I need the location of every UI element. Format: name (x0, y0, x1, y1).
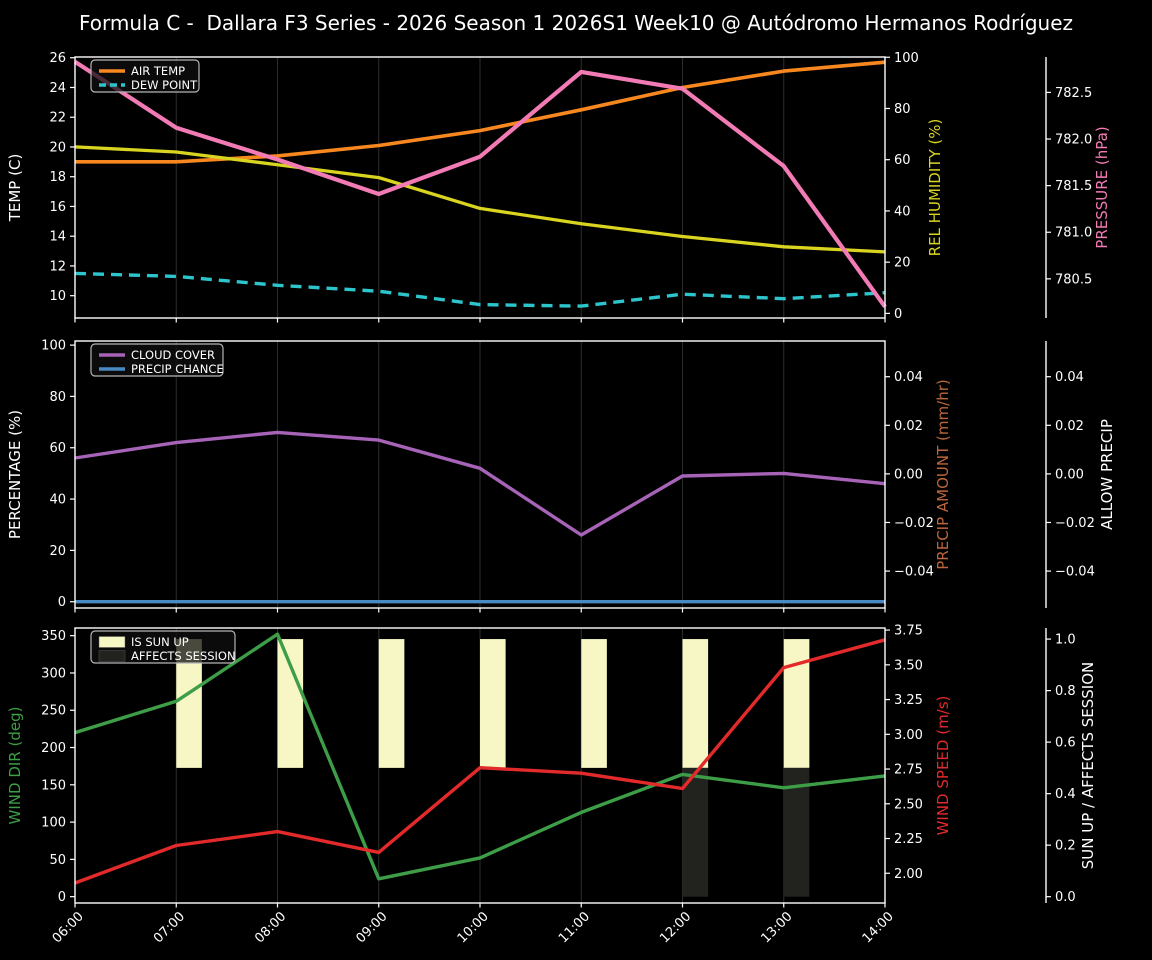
tick-label: 12 (49, 259, 66, 274)
tick-label: 40 (894, 204, 911, 219)
tick-label: 782.5 (1055, 86, 1092, 101)
temp-c-axis-label: TEMP (C) (6, 154, 24, 223)
tick-label: 2.00 (894, 867, 923, 882)
is-sun-up-bar (783, 639, 810, 768)
weather-forecast-figure: Formula C - Dallara F3 Series - 2026 Sea… (0, 0, 1152, 960)
tick-label: 10 (49, 289, 66, 304)
tick-label: 22 (49, 111, 66, 126)
tick-label: 780.5 (1055, 272, 1092, 287)
tick-label: 0.00 (894, 467, 923, 482)
tick-label: 16 (49, 200, 66, 215)
affects-session-legend-swatch (98, 650, 126, 662)
tick-label: 350 (41, 629, 66, 644)
tick-label: 0 (58, 595, 66, 610)
tick-label: 24 (49, 81, 66, 96)
tick-label: 100 (41, 816, 66, 831)
x-tick-label: 06:00 (50, 909, 87, 946)
tick-label: 0.04 (1055, 370, 1084, 385)
tick-label: 1.0 (1055, 633, 1076, 648)
tick-label: 100 (894, 51, 919, 66)
tick-label: 150 (41, 778, 66, 793)
tick-label: 2.25 (894, 832, 923, 847)
tick-label: 3.25 (894, 693, 923, 708)
air-temp-legend-label: AIR TEMP (131, 64, 185, 78)
is-sun-up-bar (480, 639, 506, 768)
tick-label: 20 (49, 140, 66, 155)
tick-label: 2.75 (894, 763, 923, 778)
tick-label: 0.00 (1055, 467, 1084, 482)
tick-label: 200 (41, 741, 66, 756)
tick-label: 60 (894, 153, 911, 168)
tick-label: 300 (41, 666, 66, 681)
tick-label: 0.8 (1055, 684, 1076, 699)
tick-label: 0.6 (1055, 736, 1076, 751)
tick-label: 20 (894, 256, 911, 271)
sun-up-affects-session-axis-label: SUN UP / AFFECTS SESSION (1079, 662, 1097, 870)
tick-label: 26 (49, 51, 66, 66)
allow-precip-axis-label: ALLOW PRECIP (1098, 419, 1116, 530)
precip-amount-mm-hr-axis-label: PRECIP AMOUNT (mm/hr) (934, 379, 952, 569)
tick-label: 0.2 (1055, 839, 1076, 854)
is-sun-up-legend-swatch (98, 636, 126, 648)
is-sun-up-bar (682, 639, 709, 768)
tick-label: −0.02 (894, 516, 934, 531)
tick-label: 0.02 (1055, 419, 1084, 434)
tick-label: −0.04 (1055, 565, 1095, 580)
wind-dir-deg-axis-label: WIND DIR (deg) (6, 707, 24, 825)
tick-label: 3.50 (894, 658, 923, 673)
affects-session-bar (682, 767, 709, 897)
x-tick-label: 13:00 (758, 909, 795, 946)
affects-session-legend-label: AFFECTS SESSION (131, 649, 236, 663)
tick-label: 2.50 (894, 797, 923, 812)
tick-label: 0.0 (1055, 890, 1076, 905)
tick-label: 100 (41, 339, 66, 354)
tick-label: 781.5 (1055, 179, 1092, 194)
tick-label: 782.0 (1055, 133, 1092, 148)
percentage-axis-label: PERCENTAGE (%) (6, 410, 24, 539)
tick-label: 80 (894, 102, 911, 117)
tick-label: 40 (49, 493, 66, 508)
wind-speed-m-s-axis-label: WIND SPEED (m/s) (934, 696, 952, 836)
precip-chance-legend-label: PRECIP CHANCE (131, 362, 224, 376)
tick-label: 781.0 (1055, 226, 1092, 241)
x-tick-label: 14:00 (860, 909, 897, 946)
tick-label: 0.4 (1055, 787, 1076, 802)
tick-label: 50 (49, 853, 66, 868)
tick-label: −0.04 (894, 565, 934, 580)
x-tick-label: 12:00 (657, 909, 694, 946)
tick-label: −0.02 (1055, 516, 1095, 531)
pressure-hpa-axis-label: PRESSURE (hPa) (1093, 126, 1111, 248)
dew-point-legend-label: DEW POINT (131, 78, 198, 92)
is-sun-up-legend-label: IS SUN UP (131, 635, 189, 649)
tick-label: 0.04 (894, 370, 923, 385)
cloud-cover-legend-label: CLOUD COVER (131, 348, 215, 362)
tick-label: 250 (41, 704, 66, 719)
tick-label: 60 (49, 441, 66, 456)
is-sun-up-bar (378, 639, 405, 768)
tick-label: 0.02 (894, 419, 923, 434)
x-tick-label: 09:00 (353, 909, 390, 946)
rel-humidity-axis-label: REL HUMIDITY (%) (926, 119, 944, 257)
x-tick-label: 11:00 (556, 909, 593, 946)
tick-label: 14 (49, 230, 66, 245)
tick-label: 80 (49, 390, 66, 405)
tick-label: 20 (49, 544, 66, 559)
is-sun-up-bar (581, 639, 607, 768)
weather-plots-canvas: 10 12 14 16 18 20 22 24 26 0 20 40 60 80 100 780.5 781.0… (6, 51, 1116, 947)
tick-label: 18 (49, 170, 66, 185)
tick-label: 0 (894, 307, 902, 322)
tick-label: 0 (58, 890, 66, 905)
x-tick-label: 10:00 (455, 909, 492, 946)
x-tick-label: 08:00 (252, 909, 289, 946)
tick-label: 3.00 (894, 728, 923, 743)
x-tick-label: 07:00 (151, 909, 188, 946)
is-sun-up-bar (277, 639, 304, 768)
tick-label: 3.75 (894, 624, 923, 639)
